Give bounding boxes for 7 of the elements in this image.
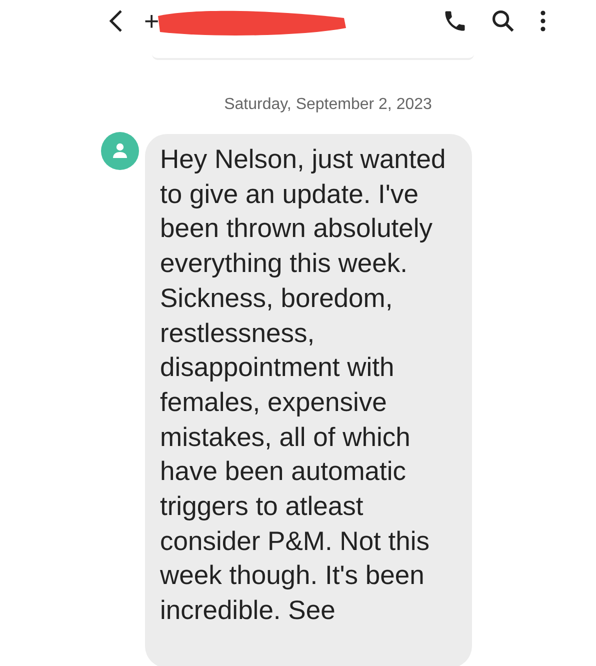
contact-number: + bbox=[144, 6, 160, 36]
more-icon[interactable] bbox=[538, 9, 548, 33]
date-divider: Saturday, September 2, 2023 bbox=[223, 96, 433, 114]
avatar-icon bbox=[101, 132, 139, 170]
message-text: Hey Nelson, just wanted to give an update. I've been thrown absolutely everything this week. Sickness, boredom, restlessness, disappointment with females, expensive mistakes, all of which have been automatic triggers to atleast consider P&M. Not this week though. It's been incredible. See bbox=[160, 143, 447, 628]
search-icon[interactable] bbox=[490, 8, 516, 34]
back-icon[interactable] bbox=[108, 9, 124, 33]
